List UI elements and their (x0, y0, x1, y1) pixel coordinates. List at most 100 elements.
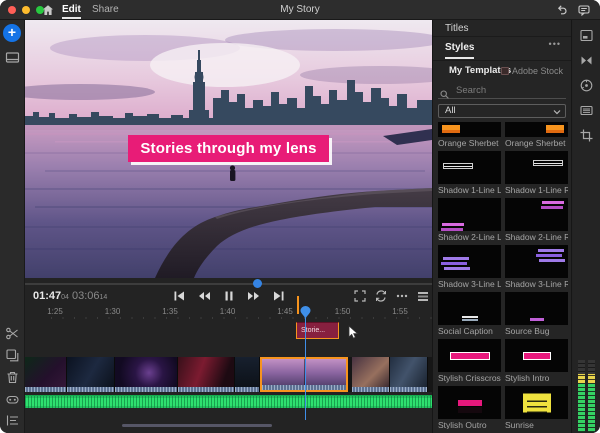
template-label: Shadow 3-Line Right (505, 278, 568, 290)
template-item[interactable]: Stylish Intro (505, 339, 568, 384)
template-item[interactable]: Shadow 1-Line Left (438, 151, 501, 196)
timeline-scrollbar[interactable] (122, 424, 272, 427)
video-clip[interactable] (390, 357, 428, 392)
graphics-panel-icon[interactable] (579, 28, 594, 43)
video-clip-selected[interactable] (260, 357, 348, 392)
video-track (25, 357, 432, 392)
pause-button[interactable] (221, 288, 237, 304)
clip-waveform (67, 387, 114, 392)
audio-meter-right (588, 360, 595, 432)
transport-controls: 01:4704 03:0614 (25, 288, 432, 306)
ruler-label: 1:35 (162, 307, 178, 316)
template-label: Shadow 1-Line Left (438, 184, 501, 196)
template-item[interactable]: Stylish Crisscross (438, 339, 501, 384)
scrub-bar[interactable] (25, 283, 432, 285)
video-clip[interactable] (352, 357, 390, 392)
template-thumbnail (438, 292, 501, 325)
template-badge (442, 223, 464, 226)
panel-header: Titles (433, 20, 571, 37)
template-item[interactable]: Shadow 2-Line Right (505, 198, 568, 243)
search-field[interactable] (438, 83, 566, 99)
template-item[interactable]: Shadow 1-Line Right (505, 151, 568, 196)
tab-share[interactable]: Share (92, 0, 119, 20)
playhead-line[interactable] (305, 318, 306, 420)
tab-edit[interactable]: Edit (62, 0, 81, 20)
template-label: Shadow 2-Line Right (505, 231, 568, 243)
template-item[interactable]: Shadow 2-Line Left (438, 198, 501, 243)
video-clip[interactable] (67, 357, 115, 392)
category-dropdown[interactable]: All (438, 104, 566, 118)
title-track: Storie... (25, 321, 432, 339)
panel-menu-icon[interactable]: ••• (549, 39, 561, 49)
next-clip-button[interactable] (271, 288, 287, 304)
close-window-button[interactable] (8, 6, 16, 14)
video-clip[interactable] (25, 357, 67, 392)
delete-trash-icon[interactable] (5, 370, 20, 385)
timeline-menu-icon[interactable] (416, 289, 430, 303)
template-label: Social Caption (438, 325, 501, 337)
search-input[interactable] (454, 83, 564, 97)
feedback-icon[interactable] (578, 4, 590, 16)
media-browser-icon[interactable] (5, 50, 20, 65)
app-window: Edit Share My Story + (0, 0, 600, 433)
template-item[interactable]: Sunrise (505, 386, 568, 429)
audio-track-music[interactable] (25, 395, 432, 408)
minimize-window-button[interactable] (22, 6, 30, 14)
previous-clip-button[interactable] (171, 288, 187, 304)
playhead-handle[interactable] (299, 306, 312, 320)
template-item[interactable]: Orange Sherbet Right (505, 122, 568, 149)
home-icon[interactable] (42, 4, 54, 16)
crop-panel-icon[interactable] (579, 128, 594, 143)
split-scissors-icon[interactable] (5, 326, 20, 341)
template-item[interactable]: Social Caption (438, 292, 501, 337)
title-clip[interactable]: Storie... (296, 322, 339, 339)
timeline-ruler[interactable]: 1:251:301:351:401:451:501:55 (25, 306, 432, 320)
ruler-label: 1:30 (105, 307, 121, 316)
video-clip[interactable] (235, 357, 260, 392)
template-item[interactable]: Stylish Outro (438, 386, 501, 429)
template-badge (530, 318, 544, 321)
duplicate-icon[interactable] (5, 348, 20, 363)
mouse-cursor (348, 325, 359, 340)
template-item[interactable]: Shadow 3-Line Right (505, 245, 568, 290)
video-clip[interactable] (178, 357, 235, 392)
ruler-label: 1:55 (392, 307, 408, 316)
template-thumbnail (438, 122, 501, 137)
template-badge (443, 163, 473, 169)
template-label: Shadow 3-Line Left (438, 278, 501, 290)
undo-icon[interactable] (556, 4, 568, 16)
loop-icon[interactable] (374, 289, 388, 303)
tab-styles[interactable]: Styles (445, 37, 474, 61)
title-overlay[interactable]: Stories through my lens (128, 135, 329, 162)
template-label: Stylish Crisscross (438, 372, 501, 384)
add-media-button[interactable]: + (3, 24, 21, 42)
template-badge (533, 160, 563, 166)
template-thumbnail (438, 245, 501, 278)
clip-waveform (390, 387, 427, 392)
clip-waveform (235, 387, 259, 392)
template-thumbnail (438, 339, 501, 372)
color-panel-icon[interactable] (579, 78, 594, 93)
video-clip[interactable] (115, 357, 178, 392)
clip-waveform (25, 387, 66, 392)
template-badge (523, 393, 551, 412)
track-controls-icon[interactable] (5, 413, 20, 428)
clip-waveform (262, 385, 346, 390)
traffic-lights[interactable] (8, 6, 44, 14)
fullscreen-icon[interactable] (353, 289, 367, 303)
tab-adobe-stock[interactable]: Adobe Stock (501, 66, 563, 76)
voiceover-icon[interactable] (5, 392, 20, 407)
templates-grid: Orange Sherbet LeftOrange Sherbet RightS… (433, 122, 571, 429)
fast-forward-button[interactable] (246, 288, 262, 304)
template-item[interactable]: Source Bug (505, 292, 568, 337)
scrub-handle[interactable] (253, 279, 262, 288)
template-badge (458, 400, 482, 406)
more-options-icon[interactable] (395, 289, 409, 303)
template-item[interactable]: Orange Sherbet Left (438, 122, 501, 149)
clip-waveform (352, 387, 389, 392)
program-monitor[interactable]: Stories through my lens (25, 20, 432, 278)
audio-panel-icon[interactable] (579, 103, 594, 118)
rewind-button[interactable] (196, 288, 212, 304)
template-item[interactable]: Shadow 3-Line Left (438, 245, 501, 290)
transitions-panel-icon[interactable] (579, 53, 594, 68)
